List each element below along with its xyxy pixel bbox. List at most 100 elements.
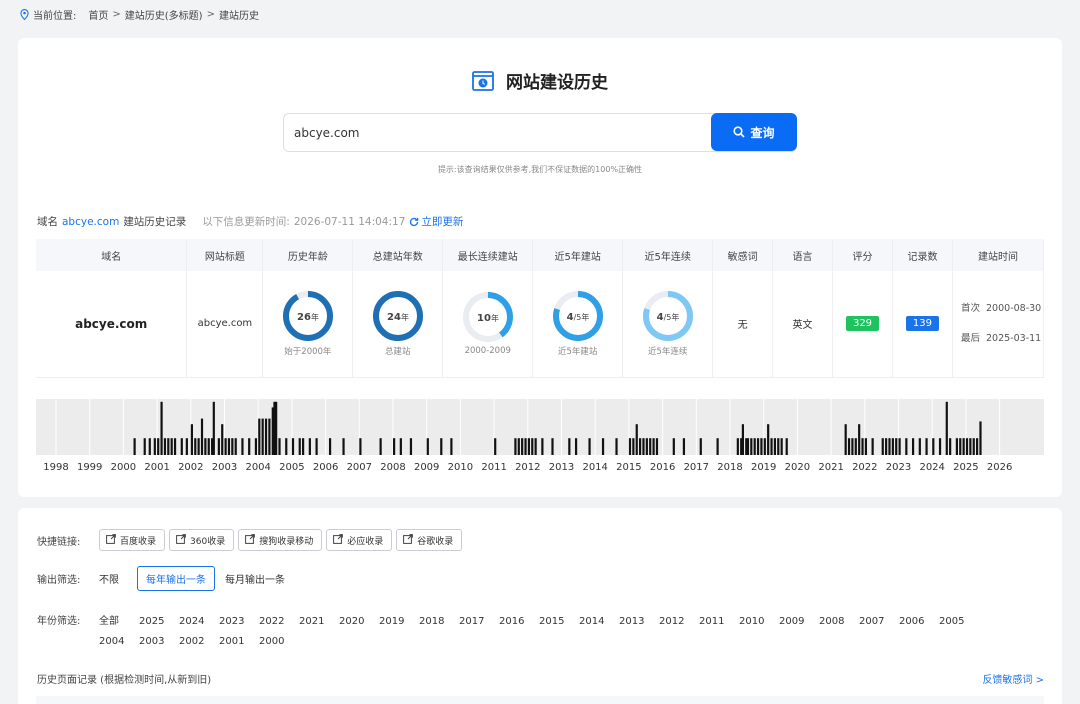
history-table-header bbox=[36, 696, 1044, 704]
last-date: 2025-03-11 bbox=[986, 332, 1042, 344]
timeline-bar bbox=[268, 418, 271, 455]
year-filter-option[interactable]: 2015 bbox=[539, 616, 579, 627]
year-filter-option[interactable]: 2019 bbox=[379, 616, 419, 627]
year-filter-option[interactable]: 2020 bbox=[339, 616, 379, 627]
breadcrumb-prefix: 当前位置: bbox=[33, 10, 77, 22]
timeline-bar bbox=[568, 438, 571, 455]
sogou-mobile-index-button[interactable]: 搜狗收录移动 bbox=[238, 529, 323, 551]
timeline-bar bbox=[217, 438, 220, 455]
year-filter-option[interactable]: 2016 bbox=[499, 616, 539, 627]
year-tick-label: 2014 bbox=[582, 462, 608, 473]
timeline-bar bbox=[254, 438, 258, 455]
year-filter-option[interactable]: 2004 bbox=[99, 636, 139, 647]
table-row: abcye.com abcye.com 26年 始于2000年 24年 总建站 10… bbox=[36, 271, 1045, 378]
year-tick-label: 2004 bbox=[245, 462, 271, 473]
year-filter-option[interactable]: 全部 bbox=[99, 612, 139, 627]
year-tick-label: 2005 bbox=[279, 462, 305, 473]
year-filter-option[interactable]: 2007 bbox=[859, 616, 899, 627]
year-filter-option[interactable]: 2008 bbox=[819, 616, 859, 627]
refresh-link[interactable]: 立即更新 bbox=[409, 214, 463, 229]
year-filter-option[interactable]: 2011 bbox=[699, 616, 739, 627]
chevron-right-icon: > bbox=[206, 8, 215, 20]
filter-option-yearly[interactable]: 每年输出一条 bbox=[137, 566, 215, 591]
external-link-icon bbox=[176, 533, 186, 547]
timeline-bar bbox=[639, 438, 642, 455]
year-filter-option[interactable]: 2002 bbox=[179, 636, 219, 647]
timeline-bar bbox=[170, 438, 173, 455]
year-filter-option[interactable]: 2013 bbox=[619, 616, 659, 627]
year-tick-label: 2026 bbox=[986, 462, 1013, 473]
search-button[interactable]: 查询 bbox=[711, 113, 797, 151]
timeline-bar bbox=[261, 418, 264, 455]
baidu-index-button[interactable]: 百度收录 bbox=[99, 529, 166, 551]
timeline-bar bbox=[278, 438, 281, 455]
timeline-bar bbox=[888, 438, 891, 455]
year-filter-option[interactable]: 2023 bbox=[219, 616, 259, 627]
timeline-bar bbox=[551, 438, 554, 455]
location-pin-icon bbox=[20, 8, 29, 20]
year-filter-option[interactable]: 2024 bbox=[179, 616, 219, 627]
year-filter-option[interactable]: 2006 bbox=[899, 616, 939, 627]
year-filter-option[interactable]: 2003 bbox=[139, 636, 179, 647]
timeline-bar bbox=[588, 438, 591, 455]
col-header: 历史年龄 bbox=[262, 239, 354, 271]
search-icon bbox=[733, 126, 746, 138]
breadcrumb-home[interactable]: 首页 bbox=[88, 7, 108, 22]
timeline-bar bbox=[531, 438, 534, 455]
year-filter-option[interactable]: 2005 bbox=[939, 616, 979, 627]
filter-option-monthly[interactable]: 每月输出一条 bbox=[225, 567, 293, 590]
year-filter-option[interactable]: 2009 bbox=[779, 616, 819, 627]
year-filter-option[interactable]: 2018 bbox=[419, 616, 459, 627]
timeline-bar bbox=[959, 438, 962, 455]
filter-option-all[interactable]: 不限 bbox=[99, 567, 127, 590]
timeline-bar bbox=[308, 438, 311, 455]
google-index-button[interactable]: 谷歌收录 bbox=[396, 529, 463, 551]
timeline-bar bbox=[157, 438, 160, 455]
timeline-bar bbox=[426, 438, 429, 455]
timeline-bar bbox=[328, 438, 332, 455]
year-filter-option[interactable]: 2021 bbox=[299, 616, 339, 627]
breadcrumb-history-multi[interactable]: 建站历史(多标题) bbox=[125, 7, 203, 22]
year-tick-label: 2015 bbox=[616, 462, 642, 473]
year-filter-option[interactable]: 2000 bbox=[259, 636, 299, 647]
year-filter-option[interactable]: 2025 bbox=[139, 616, 179, 627]
timeline-bar bbox=[905, 438, 908, 455]
quick-link-label: 搜狗收录移动 bbox=[259, 536, 314, 547]
progress-ring: 10年 bbox=[462, 292, 513, 343]
year-filter-list: 全部 2025 2024 2023 2022 2021 2020 2019 2018 2017 20… bbox=[99, 612, 979, 627]
timeline-bar bbox=[895, 438, 898, 455]
year-filter-option[interactable]: 2017 bbox=[459, 616, 499, 627]
timeline-bar bbox=[148, 438, 151, 455]
bing-index-button[interactable]: 必应收录 bbox=[326, 529, 393, 551]
timeline-bar bbox=[285, 438, 288, 455]
info-domain-link[interactable]: abcye.com bbox=[62, 216, 119, 228]
ring-caption: 始于2000年 bbox=[284, 347, 332, 358]
360-index-button[interactable]: 360收录 bbox=[169, 529, 235, 551]
breadcrumb-current: 建站历史 bbox=[218, 10, 259, 22]
page-title: 网站建设历史 bbox=[506, 73, 608, 93]
year-filter-option[interactable]: 2014 bbox=[579, 616, 619, 627]
year-tick-label: 2003 bbox=[211, 462, 238, 473]
timeline-bar bbox=[955, 438, 958, 455]
quick-links-label: 快捷链接: bbox=[37, 536, 81, 548]
year-filter-option[interactable]: 2022 bbox=[259, 616, 299, 627]
timeline-bar bbox=[844, 424, 847, 455]
timeline-bar bbox=[972, 438, 975, 455]
timeline-bar bbox=[601, 438, 605, 455]
timeline-bar bbox=[632, 438, 635, 455]
quick-link-label: 谷歌收录 bbox=[417, 536, 454, 547]
stats-table: 域名 网站标题 历史年龄 总建站年数 最长连续建站 近5年建站 近5年连续 敏感… bbox=[36, 239, 1045, 378]
year-filter-option[interactable]: 2001 bbox=[219, 636, 259, 647]
timeline-bar bbox=[180, 438, 183, 455]
year-filter-option[interactable]: 2010 bbox=[739, 616, 779, 627]
info-suffix: 建站历史记录 bbox=[123, 216, 187, 228]
timeline-bar bbox=[574, 438, 578, 455]
breadcrumb: 当前位置: 首页 > 建站历史(多标题) > 建站历史 bbox=[20, 7, 259, 22]
feedback-sensitive-link[interactable]: 反馈敏感词 > bbox=[982, 671, 1044, 686]
timeline-bar bbox=[291, 438, 295, 455]
external-link-icon bbox=[245, 533, 256, 547]
ring-caption: 总建站 bbox=[385, 347, 411, 358]
timeline-bar bbox=[194, 438, 197, 455]
timeline-bar bbox=[514, 438, 517, 455]
year-filter-option[interactable]: 2012 bbox=[659, 616, 699, 627]
